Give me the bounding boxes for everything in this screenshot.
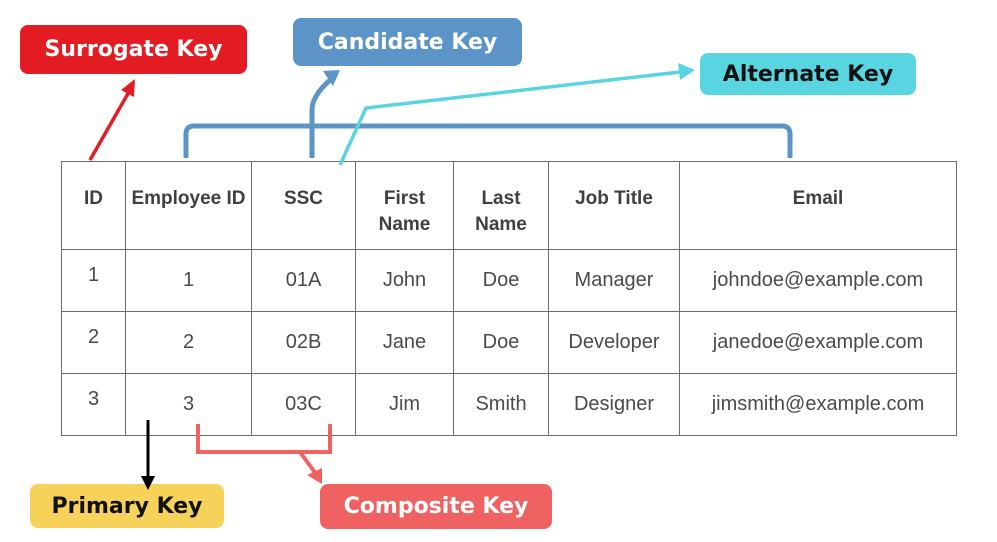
cell-ssc: 03C (251, 373, 356, 436)
cell-first-name: John (355, 249, 454, 312)
cell-ssc: 02B (251, 311, 356, 374)
cell-employee-id: 2 (125, 311, 252, 374)
surrogate-arrowhead (121, 79, 135, 97)
cell-id: 3 (61, 373, 126, 436)
table-header-row: ID Employee ID SSC First Name Last Name … (61, 161, 957, 250)
cell-job-title: Manager (548, 249, 680, 312)
cell-job-title: Developer (548, 311, 680, 374)
cell-ssc: 01A (251, 249, 356, 312)
candidate-bracket-stem (309, 78, 332, 158)
cell-id: 1 (61, 249, 126, 312)
cell-email: johndoe@example.com (679, 249, 957, 312)
cell-job-title: Designer (548, 373, 680, 436)
cell-employee-id: 3 (125, 373, 252, 436)
surrogate-arrow (88, 79, 135, 161)
alternate-arrowhead (678, 63, 695, 80)
composite-key-label: Composite Key (320, 484, 552, 529)
candidate-key-label: Candidate Key (293, 18, 522, 66)
cell-last-name: Doe (453, 249, 549, 312)
column-header-job-title: Job Title (548, 161, 680, 250)
cell-employee-id: 1 (125, 249, 252, 312)
column-header-id: ID (61, 161, 126, 250)
table-row: 2 2 02B Jane Doe Developer janedoe@examp… (61, 311, 957, 374)
cell-email: janedoe@example.com (679, 311, 957, 374)
cell-id: 2 (61, 311, 126, 374)
primary-key-label: Primary Key (30, 484, 224, 528)
column-header-first-name: First Name (355, 161, 454, 250)
surrogate-arrow-shaft (88, 89, 132, 161)
cell-last-name: Smith (453, 373, 549, 436)
column-header-email: Email (679, 161, 957, 250)
alternate-arrow-shaft (338, 70, 681, 166)
composite-arrowhead (307, 468, 322, 484)
cell-last-name: Doe (453, 311, 549, 374)
column-header-employee-id: Employee ID (125, 161, 252, 250)
candidate-bracket-line (183, 123, 793, 158)
composite-bracket-stem (298, 450, 318, 476)
alternate-arrow (338, 63, 695, 166)
column-header-last-name: Last Name (453, 161, 549, 250)
employee-table: ID Employee ID SSC First Name Last Name … (61, 161, 957, 436)
alternate-key-label: Alternate Key (700, 53, 916, 95)
cell-email: jimsmith@example.com (679, 373, 957, 436)
column-header-ssc: SSC (251, 161, 356, 250)
cell-first-name: Jane (355, 311, 454, 374)
candidate-arrowhead (323, 70, 340, 86)
cell-first-name: Jim (355, 373, 454, 436)
table-row: 3 3 03C Jim Smith Designer jimsmith@exam… (61, 373, 957, 436)
surrogate-key-label: Surrogate Key (20, 25, 247, 74)
table-row: 1 1 01A John Doe Manager johndoe@example… (61, 249, 957, 312)
